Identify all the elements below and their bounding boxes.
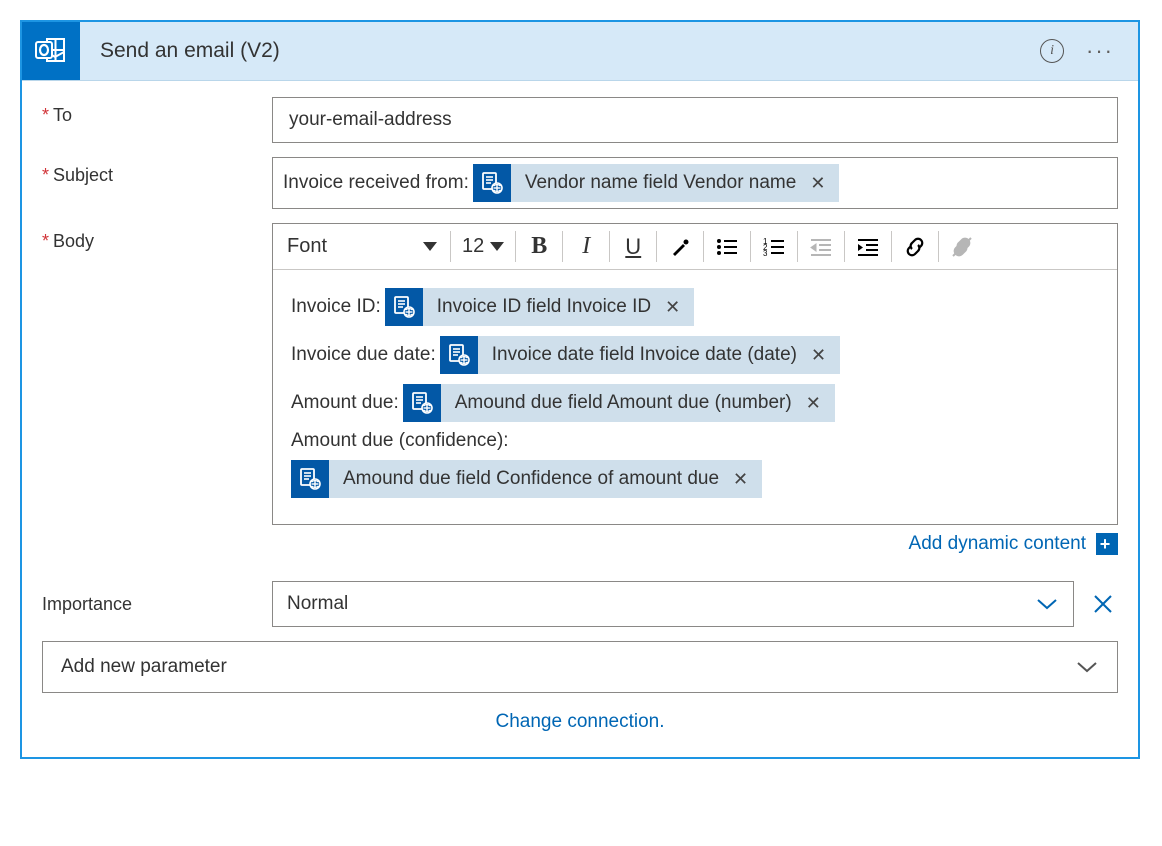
subject-prefix: Invoice received from: [283, 172, 469, 194]
token-remove-icon[interactable]: ✕ [807, 345, 830, 366]
outdent-button[interactable] [801, 224, 841, 269]
token-amount-due-confidence[interactable]: Amound due field Confidence of amount du… [291, 460, 762, 498]
chevron-down-icon [490, 242, 504, 251]
bold-button[interactable]: B [519, 224, 559, 269]
chevron-down-icon [1075, 660, 1099, 674]
dynamic-content-icon [440, 336, 478, 374]
body-text: Amount due: [291, 392, 399, 414]
chevron-down-icon [423, 242, 437, 251]
token-label: Invoice ID field Invoice ID [437, 296, 651, 318]
dynamic-token[interactable]: Amound due field Amount due (number) ✕ [403, 384, 835, 422]
bullet-list-button[interactable] [707, 224, 747, 269]
underline-button[interactable]: U [613, 224, 653, 269]
unlink-button[interactable] [942, 224, 982, 269]
add-new-parameter-select[interactable]: Add new parameter [42, 641, 1118, 693]
numbered-list-button[interactable]: 1 2 3 [754, 224, 794, 269]
token-remove-icon[interactable]: ✕ [806, 173, 829, 194]
subject-input[interactable]: Invoice received from: Vendor name field… [272, 157, 1118, 209]
row-to: To your-email-address [42, 97, 1118, 143]
action-card: Send an email (V2) i ··· To your-email-a… [20, 20, 1140, 759]
token-remove-icon[interactable]: ✕ [661, 297, 684, 318]
rich-text-editor: Font 12 B I U [272, 223, 1118, 525]
label-importance: Importance [42, 594, 272, 615]
dynamic-token[interactable]: Invoice date field Invoice date (date) ✕ [440, 336, 840, 374]
dynamic-content-row: Add dynamic content + [272, 525, 1118, 567]
body-text: Invoice ID: [291, 296, 381, 318]
add-param-label: Add new parameter [61, 656, 227, 678]
label-body: Body [42, 223, 272, 252]
add-dynamic-content-link[interactable]: Add dynamic content [909, 533, 1086, 555]
body-input[interactable]: Invoice ID: Invoice ID field Invoice ID ✕… [273, 270, 1117, 524]
row-subject: Subject Invoice received from: Vendor na… [42, 157, 1118, 209]
label-to: To [42, 97, 272, 126]
card-header: Send an email (V2) i ··· [22, 22, 1138, 81]
change-connection-link[interactable]: Change connection. [42, 693, 1118, 739]
row-body: Body Font 12 B [42, 223, 1118, 567]
dynamic-content-icon [403, 384, 441, 422]
token-label: Amound due field Confidence of amount du… [343, 468, 719, 490]
add-dynamic-content-button[interactable]: + [1096, 533, 1118, 555]
more-menu-icon[interactable]: ··· [1082, 34, 1118, 68]
token-label: Amound due field Amount due (number) [455, 392, 792, 414]
chevron-down-icon [1035, 597, 1059, 611]
size-label: 12 [462, 235, 484, 258]
token-remove-icon[interactable]: ✕ [802, 393, 825, 414]
token-label: Vendor name field Vendor name [525, 172, 796, 194]
importance-value: Normal [287, 593, 348, 615]
header-actions: i ··· [1040, 34, 1138, 68]
rte-toolbar: Font 12 B I U [273, 224, 1117, 270]
outlook-icon [22, 22, 80, 80]
italic-button[interactable]: I [566, 224, 606, 269]
indent-button[interactable] [848, 224, 888, 269]
info-icon[interactable]: i [1040, 39, 1064, 63]
font-size-selector[interactable]: 12 [454, 224, 512, 269]
svg-text:3: 3 [763, 249, 768, 258]
remove-parameter-button[interactable] [1088, 589, 1118, 619]
importance-select[interactable]: Normal [272, 581, 1074, 627]
token-label: Invoice date field Invoice date (date) [492, 344, 797, 366]
body-text: Amount due (confidence): [291, 430, 509, 452]
dynamic-content-icon [291, 460, 329, 498]
dynamic-content-icon [473, 164, 511, 202]
dynamic-content-icon [385, 288, 423, 326]
card-title: Send an email (V2) [80, 39, 1040, 63]
row-importance: Importance Normal [42, 581, 1118, 627]
label-subject: Subject [42, 157, 272, 186]
dynamic-token[interactable]: Invoice ID field Invoice ID ✕ [385, 288, 694, 326]
to-value: your-email-address [289, 109, 452, 131]
to-input[interactable]: your-email-address [272, 97, 1118, 143]
body-text: Invoice due date: [291, 344, 436, 366]
font-selector[interactable]: Font [277, 224, 447, 269]
color-picker-button[interactable] [660, 224, 700, 269]
token-vendor-name[interactable]: Vendor name field Vendor name ✕ [473, 164, 840, 202]
token-remove-icon[interactable]: ✕ [729, 469, 752, 490]
link-button[interactable] [895, 224, 935, 269]
font-label: Font [287, 235, 327, 258]
card-body: To your-email-address Subject Invoice re… [22, 81, 1138, 757]
